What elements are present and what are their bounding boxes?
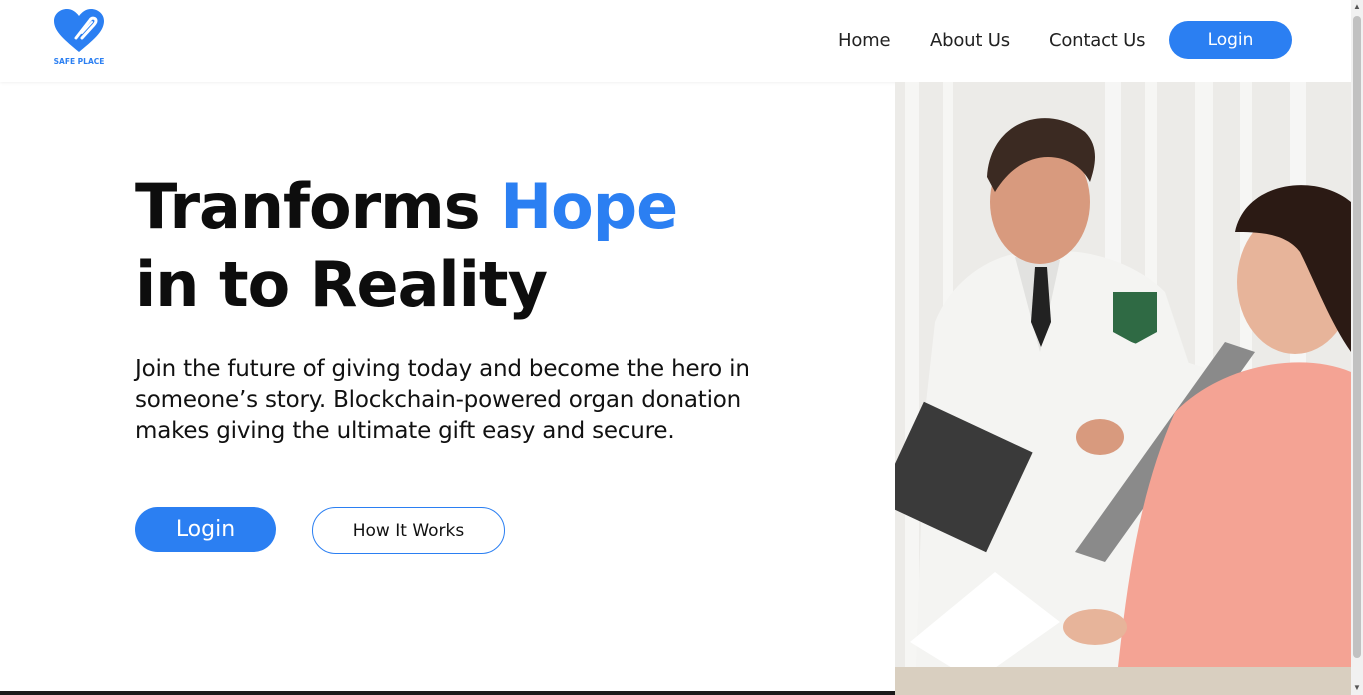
hero-description: Join the future of giving today and beco…: [135, 356, 750, 444]
scroll-down-icon[interactable]: ▼: [1351, 681, 1363, 695]
brand-name: SAFE PLACE: [53, 57, 105, 66]
doctor-patient-illustration: [895, 82, 1351, 695]
hero-title-highlight: Hope: [500, 170, 678, 243]
hero-login-button[interactable]: Login: [135, 507, 276, 552]
nav-home-link[interactable]: Home: [838, 30, 891, 51]
hero-title-line2: in to Reality: [135, 248, 548, 321]
hero-title-part1: Tranforms: [135, 170, 501, 243]
scroll-thumb[interactable]: [1353, 16, 1361, 658]
heart-logo-icon: [54, 9, 104, 52]
nav-contact-link[interactable]: Contact Us: [1049, 30, 1146, 51]
bottom-edge-divider: [0, 691, 895, 695]
scroll-up-icon[interactable]: ▲: [1351, 0, 1363, 14]
hero-photo: [895, 82, 1351, 695]
nav-login-button[interactable]: Login: [1169, 21, 1292, 59]
nav-about-link[interactable]: About Us: [930, 30, 1010, 51]
how-it-works-button[interactable]: How It Works: [312, 507, 505, 554]
page-scrollbar[interactable]: ▲ ▼: [1351, 0, 1363, 695]
brand-logo[interactable]: SAFE PLACE: [50, 8, 108, 68]
navbar: SAFE PLACE Home About Us Contact Us Logi…: [0, 0, 1351, 82]
hero-title: Tranforms Hope in to Reality: [135, 168, 678, 324]
